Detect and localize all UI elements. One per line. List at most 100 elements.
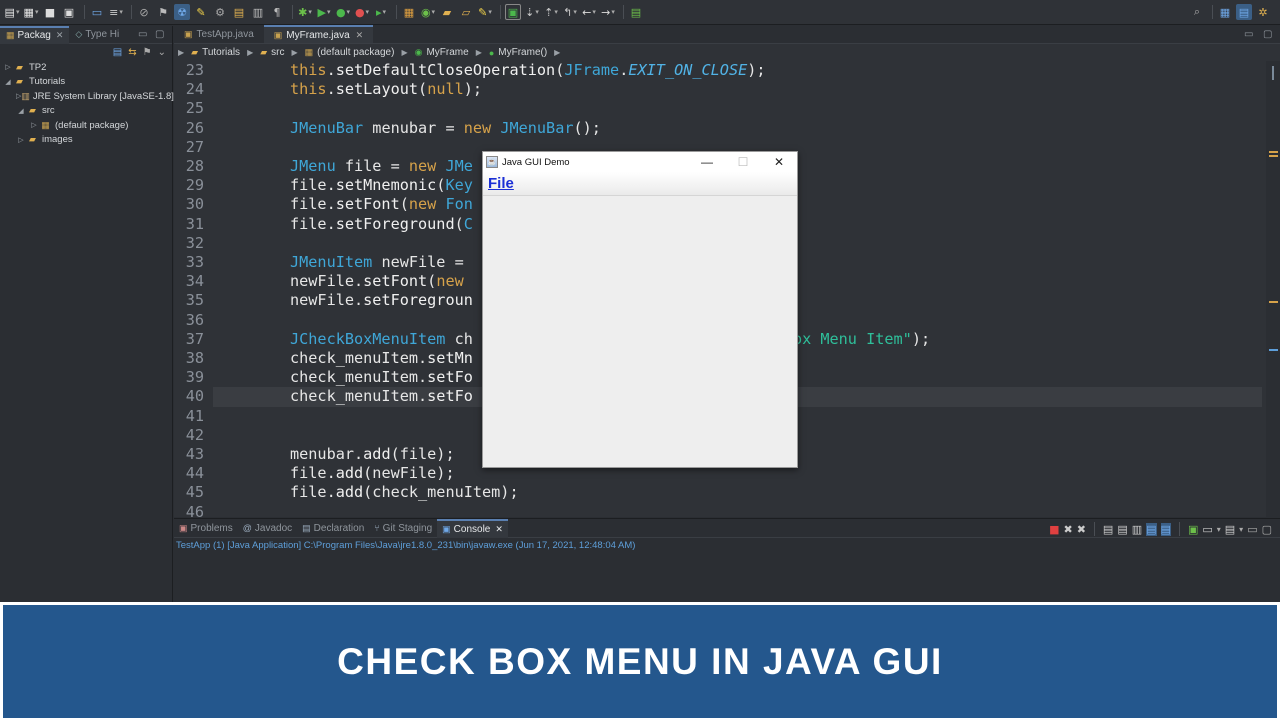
prev-annotation-icon[interactable]: ⇡ (543, 4, 559, 20)
nav-forward-icon[interactable]: → (600, 4, 616, 20)
chevron-down-icon[interactable]: ⌄ (158, 47, 166, 58)
display-console-icon[interactable]: ▭ (1202, 523, 1212, 536)
last-edit-icon[interactable]: ↰ (562, 4, 578, 20)
open-folder-icon[interactable]: ● (335, 4, 351, 20)
tab-problems[interactable]: ▣ Problems (174, 519, 238, 538)
tab-testapp[interactable]: ▣ TestApp.java (174, 25, 264, 43)
next-annotation-icon[interactable]: ⇣ (524, 4, 540, 20)
nav-down-icon[interactable]: ▦ (401, 4, 417, 20)
maximize-icon[interactable]: ▢ (155, 29, 164, 40)
ruler-marker[interactable] (1272, 73, 1274, 80)
breadcrumb-package[interactable]: ▦ (default package) ▶ (305, 47, 408, 58)
print-icon[interactable]: ▣ (61, 4, 77, 20)
scroll-lock-icon[interactable]: ▤ (1117, 523, 1127, 536)
ruler-marker[interactable] (1272, 66, 1274, 73)
maximize-button[interactable]: ☐ (725, 152, 761, 172)
pen-icon[interactable]: ● (354, 4, 370, 20)
expand-icon[interactable]: ▷ (3, 63, 13, 71)
tree-item-jre-library[interactable]: ▷ ▥ JRE System Library [JavaSE-1.8] (0, 89, 174, 104)
view-menu-icon[interactable]: ⚑ (143, 47, 152, 58)
run-config-icon[interactable]: ⚙ (212, 4, 228, 20)
settings-icon[interactable]: ⊘ (136, 4, 152, 20)
search-icon[interactable]: ⌕ (1189, 4, 1205, 20)
tab-type-hierarchy[interactable]: ◇ Type Hi (69, 26, 125, 44)
chevron-down-icon[interactable]: ▾ (1217, 525, 1221, 534)
ruler-marker[interactable] (1269, 151, 1278, 153)
collapse-icon[interactable]: ◢ (16, 107, 26, 115)
open-type-icon[interactable]: ¶ (269, 4, 285, 20)
word-wrap-icon[interactable]: ▥ (1132, 523, 1142, 536)
close-icon[interactable]: ✕ (356, 30, 364, 41)
show-on-error-icon[interactable]: ▤ (1160, 522, 1171, 536)
tree-item-tutorials[interactable]: ◢ ▰ Tutorials (0, 75, 172, 90)
tab-package-explorer[interactable]: ▦ Packag ✕ (0, 25, 70, 44)
ruler-marker[interactable] (1269, 155, 1278, 157)
perspective-open-icon[interactable]: ▦ (1217, 4, 1233, 20)
new-console-icon[interactable]: ▤ (1225, 523, 1235, 536)
tab-git-staging[interactable]: ⑂ Git Staging (369, 519, 437, 538)
pin-console-icon[interactable]: ▣ (1188, 523, 1198, 536)
terminal-icon[interactable]: ▭ (89, 4, 105, 20)
overview-ruler[interactable] (1266, 61, 1280, 517)
minimize-icon[interactable]: ▭ (138, 29, 147, 40)
collapse-icon[interactable]: ◢ (3, 78, 13, 86)
nav-back-icon[interactable]: ← (581, 4, 597, 20)
remove-all-icon[interactable]: ✖ (1077, 523, 1086, 536)
remove-launch-icon[interactable]: ✖ (1063, 523, 1072, 536)
open-perspective-icon[interactable]: ▤ (628, 4, 644, 20)
file-menu[interactable]: File (488, 175, 514, 192)
tab-myframe[interactable]: ▣ MyFrame.java ✕ (263, 25, 374, 43)
close-button[interactable]: ✕ (761, 152, 797, 172)
tree-item-images[interactable]: ▷ ▰ images (0, 133, 172, 148)
expand-icon[interactable]: ▷ (29, 121, 39, 129)
show-on-output-icon[interactable]: ▤ (1146, 522, 1157, 536)
expand-icon[interactable]: ▷ (16, 136, 26, 144)
external-tools-icon[interactable]: ▥ (250, 4, 266, 20)
toggle-icon[interactable]: ▣ (505, 4, 521, 20)
breadcrumb-project[interactable]: ▰ Tutorials ▶ (191, 47, 253, 58)
save-icon[interactable]: ▦ (23, 4, 39, 20)
code-line[interactable]: 24 this.setLayout(null); (174, 80, 1266, 99)
breadcrumb-arrow[interactable]: ▶ (178, 48, 184, 57)
code-line[interactable]: 46 (174, 503, 1266, 517)
code-line[interactable]: 25 (174, 99, 1266, 118)
breadcrumb-src[interactable]: ▰ src ▶ (260, 47, 297, 58)
clear-console-icon[interactable]: ▤ (1103, 523, 1113, 536)
java-gui-demo-window[interactable]: ☕ Java GUI Demo — ☐ ✕ File (482, 151, 798, 468)
tab-declaration[interactable]: ▤ Declaration (297, 519, 369, 538)
maximize-icon[interactable]: ▢ (1263, 29, 1272, 40)
tree-item-default-package[interactable]: ▷ ▦ (default package) (0, 118, 172, 133)
new-class-icon[interactable]: ▶ (316, 4, 332, 20)
code-line[interactable]: 45 file.add(check_menuItem); (174, 483, 1266, 502)
new-package-icon[interactable]: ✱ (297, 4, 313, 20)
minimize-icon[interactable]: ▭ (1247, 523, 1257, 536)
maximize-icon[interactable]: ▢ (1262, 523, 1272, 536)
stop-icon[interactable]: ▤ (231, 4, 247, 20)
perspective-icon[interactable]: ✎ (477, 4, 493, 20)
debug-perspective-icon[interactable]: ✲ (1255, 4, 1271, 20)
code-line[interactable]: 26 JMenuBar menubar = new JMenuBar(); (174, 119, 1266, 138)
terminate-icon[interactable]: ■ (1049, 523, 1059, 536)
tree-item-src[interactable]: ◢ ▰ src (0, 104, 172, 119)
save-all-icon[interactable]: ■ (42, 4, 58, 20)
debug-icon[interactable]: ☢ (174, 4, 190, 20)
close-icon[interactable]: ✕ (56, 30, 64, 41)
run-icon[interactable]: ✎ (193, 4, 209, 20)
bookmark-icon[interactable]: ⚑ (155, 4, 171, 20)
close-icon[interactable]: ✕ (495, 524, 503, 535)
minimize-button[interactable]: — (689, 152, 725, 172)
tab-javadoc[interactable]: @ Javadoc (238, 519, 297, 538)
ruler-marker[interactable] (1269, 349, 1278, 351)
link-editor-icon[interactable]: ⇆ (128, 47, 136, 58)
chevron-down-icon[interactable]: ▾ (1239, 525, 1243, 534)
minimize-icon[interactable]: ▭ (1244, 29, 1253, 40)
forward-icon[interactable]: ▱ (458, 4, 474, 20)
breadcrumb-class[interactable]: ◉ MyFrame ▶ (415, 47, 482, 58)
java-perspective-icon[interactable]: ▤ (1236, 4, 1252, 20)
filter-icon[interactable]: ≡ (108, 4, 124, 20)
new-icon[interactable]: ▤ (4, 4, 20, 20)
breadcrumb-method[interactable]: ● MyFrame() ▶ (489, 47, 560, 58)
nav-up-icon[interactable]: ◉ (420, 4, 436, 20)
tree-item-tp2[interactable]: ▷ ▰ TP2 (0, 60, 172, 75)
back-icon[interactable]: ▰ (439, 4, 455, 20)
